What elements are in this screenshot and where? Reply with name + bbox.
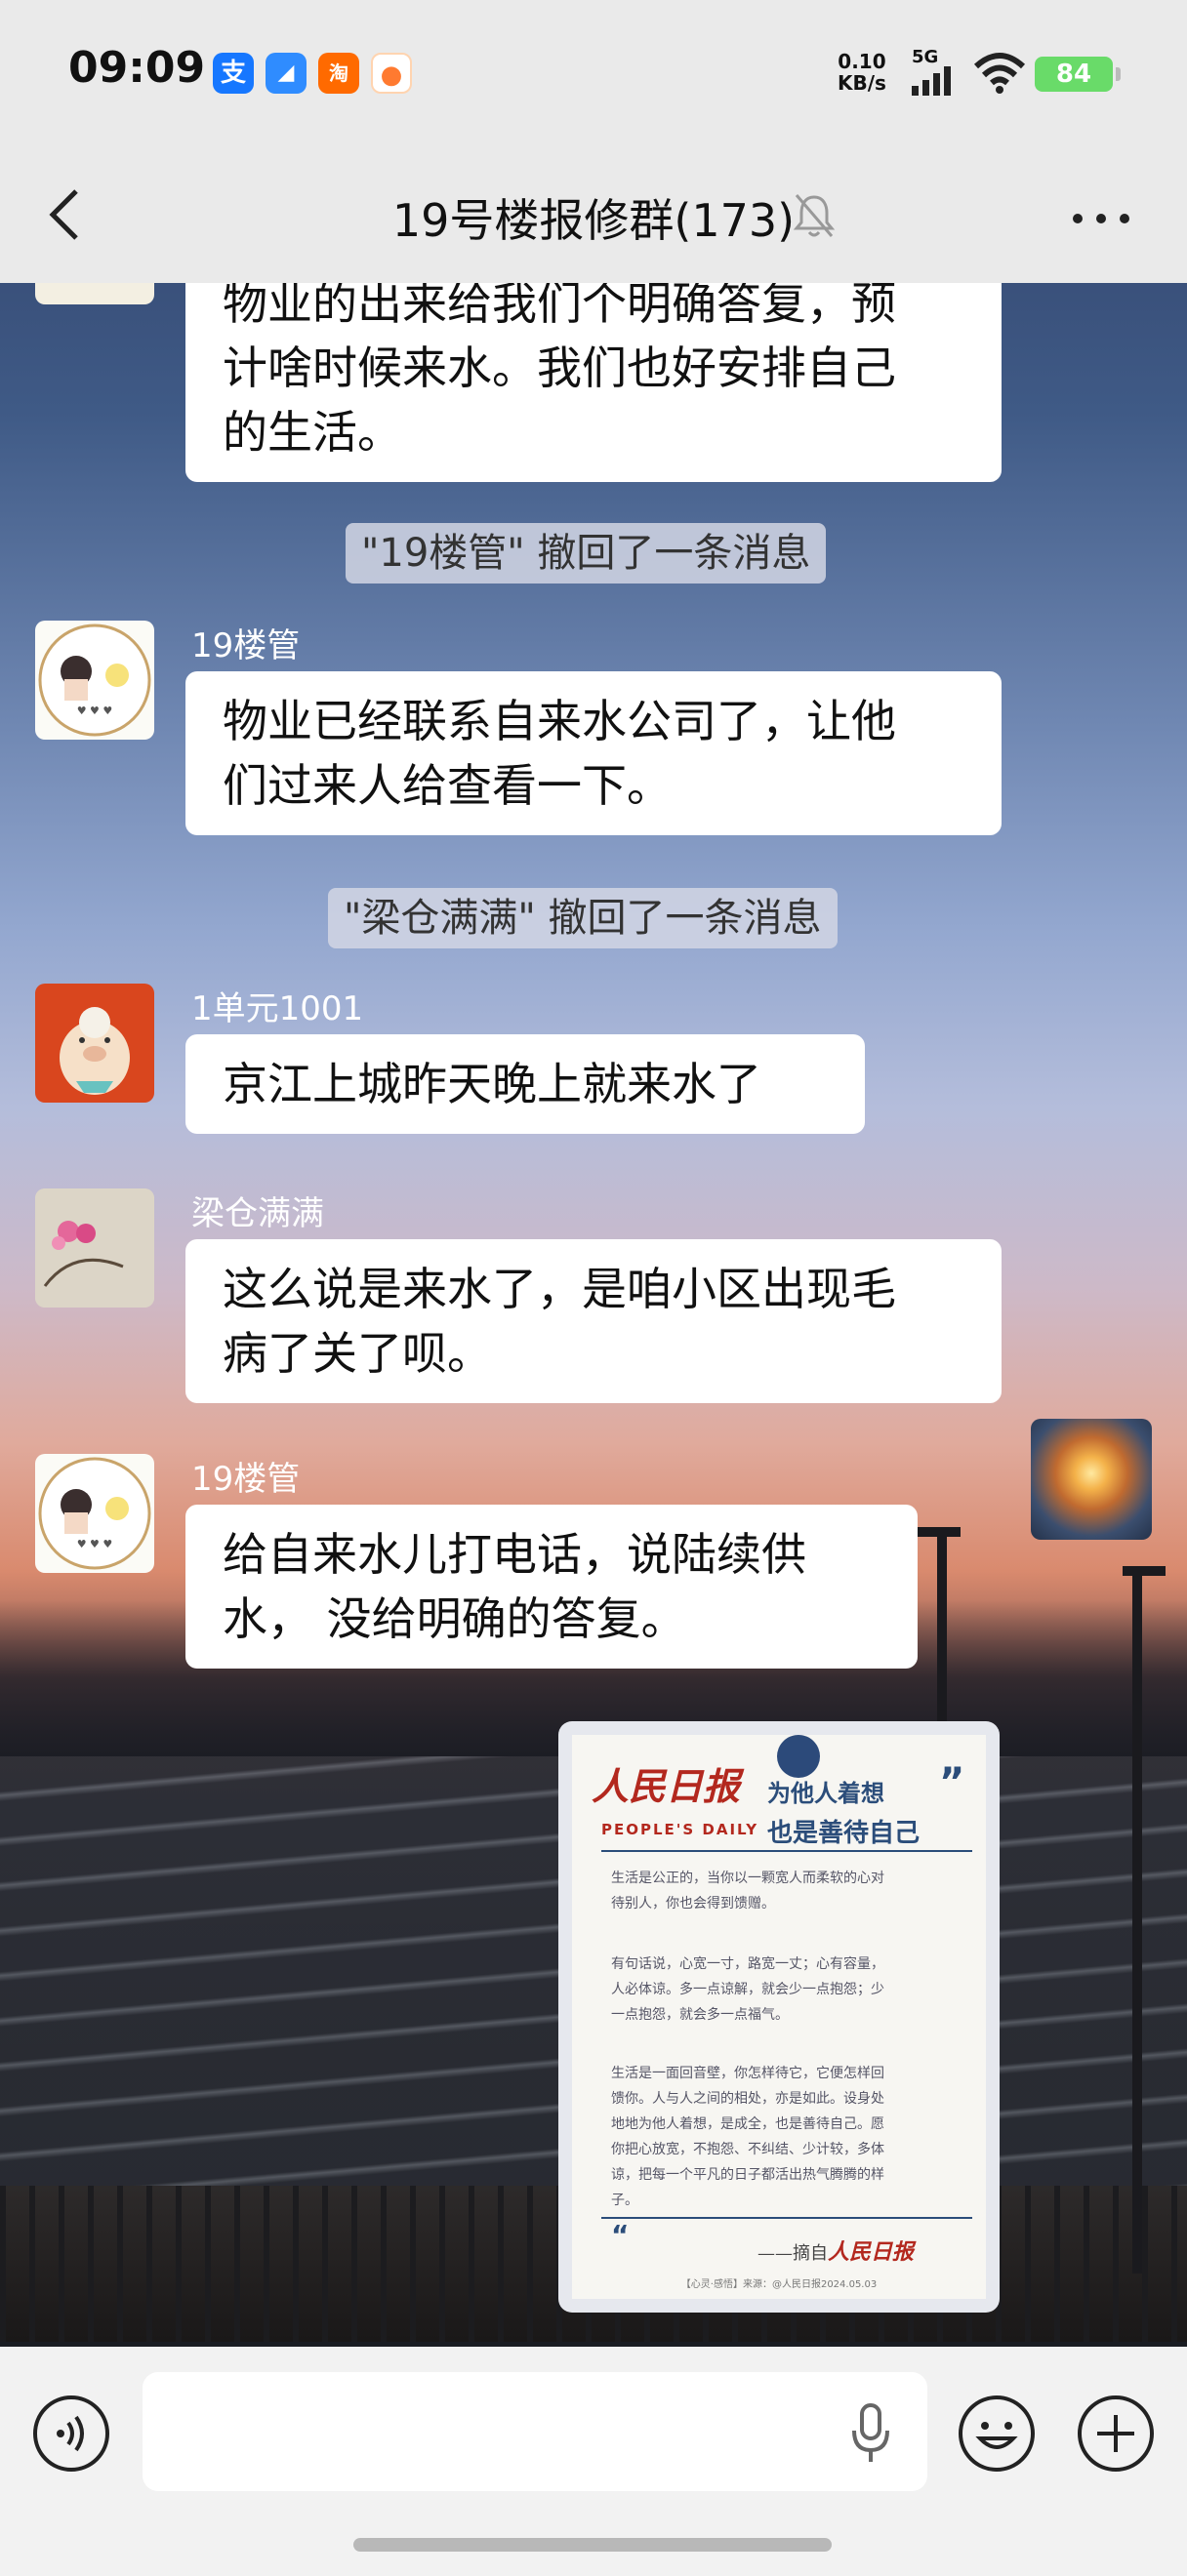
message-bubble[interactable]: 物业的出来给我们个明确答复，预 计啥时候来水。我们也好安排自己 的生活。 [185,283,1002,482]
mute-bell-icon [793,194,836,237]
anime-girl-avatar-icon: ♥ ♥ ♥ [38,624,151,737]
svg-text:♥ ♥ ♥: ♥ ♥ ♥ [77,704,113,717]
brand-logo: 人民日报 [592,1764,741,1808]
message-bubble[interactable]: 物业已经联系自来水公司了，让他 们过来人给查看一下。 [185,671,1002,835]
sender-name[interactable]: 19楼管 [191,619,300,666]
message-list[interactable]: 物业的出来给我们个明确答复，预 计啥时候来水。我们也好安排自己 的生活。 "19… [0,283,1187,2347]
card-paragraph: 生活是公正的，当你以一颗宽人而柔软的心对 待别人，你也会得到馈赠。 [611,1866,884,1916]
avatar[interactable] [35,283,154,304]
group-title: 19号楼报修群(173) [391,194,796,247]
card-paragraph: 有句话说，心宽一寸，路宽一丈；心有容量， 人必体谅。多一点谅解，就会少一点抱怨；… [611,1952,884,2028]
message-line: 这么说是来水了，是咱小区出现毛 [223,1263,896,1315]
card-signature: ——摘自人民日报 [757,2234,914,2266]
card-paragraph: 生活是一面回音壁，你怎样待它，它便怎样回 馈你。人与人之间的相处，亦是如此。设身… [611,2061,884,2213]
message-line: 水， 没给明确的答复。 [223,1592,686,1645]
home-indicator[interactable] [353,2538,832,2552]
net-speed-unit: KB/s [838,71,886,95]
cartoon-pig-avatar-icon [60,1007,130,1095]
card-line: 待别人，你也会得到馈赠。 [611,1896,775,1912]
card-line: 人必体谅。多一点谅解，就会少一点抱怨；少 [611,1982,884,1997]
shared-image-card[interactable]: 人民日报 为他人着想 ” PEOPLE'S DAILY 也是善待自己 生活是公正… [558,1721,1000,2313]
own-avatar[interactable] [1031,1419,1152,1540]
signal-icon: 5G [912,49,955,100]
input-bar [0,2347,1187,2576]
divider [601,1850,972,1852]
message-bubble[interactable]: 京江上城昨天晚上就来水了 [185,1034,865,1134]
orchid-flower-avatar-icon [35,1188,154,1308]
net-speed-value: 0.10 [838,50,886,73]
recall-notice: "梁仓满满" 撤回了一条消息 [328,888,838,948]
avatar[interactable]: ♥ ♥ ♥ [35,621,154,740]
game-app-icon: ● [371,53,412,94]
card-line: 有句话说，心宽一寸，路宽一丈；心有容量， [611,1956,884,1972]
card-line: 生活是公正的，当你以一颗宽人而柔软的心对 [611,1871,884,1886]
avatar[interactable] [35,984,154,1103]
alipay-icon: 支 [213,53,254,94]
card-line: 馈你。人与人之间的相处，亦是如此。设身处 [611,2091,884,2107]
status-time: 09:09 [68,43,206,93]
browser-icon: ◢ [266,53,307,94]
avatar[interactable]: ♥ ♥ ♥ [35,1454,154,1573]
signature-prefix: ——摘自 [757,2243,828,2264]
status-bar: 09:09 支 ◢ 淘 ● 0.10 KB/s 5G 84 [0,0,1187,156]
card-title-1: 为他人着想 [767,1779,884,1807]
microphone-icon[interactable] [851,2403,890,2466]
message-line: 给自来水儿打电话，说陆续供 [223,1528,806,1581]
more-options-icon[interactable] [1072,213,1130,224]
net-speed: 0.10 KB/s [838,51,886,94]
wifi-icon [973,53,1026,94]
taobao-flash-icon: 淘 [318,53,359,94]
message-line: 京江上城昨天晚上就来水了 [223,1058,761,1110]
voice-input-icon[interactable] [31,2394,111,2474]
card-line: 一点抱怨，就会多一点福气。 [611,2007,789,2023]
card-line: 谅，把每一个平凡的日子都活出热气腾腾的样 [611,2167,884,2183]
avatar[interactable] [35,1188,154,1308]
brand-en: PEOPLE'S DAILY [601,1821,759,1838]
add-more-icon[interactable] [1076,2394,1156,2474]
emoji-icon[interactable] [957,2394,1037,2474]
article-image: 人民日报 为他人着想 ” PEOPLE'S DAILY 也是善待自己 生活是公正… [572,1735,986,2299]
message-line: 们过来人给查看一下。 [223,759,672,812]
message-line: 物业已经联系自来水公司了，让他 [223,695,896,747]
sender-name[interactable]: 1单元1001 [191,982,363,1029]
card-title-2: 也是善待自己 [767,1819,921,1848]
divider [601,2217,972,2219]
message-line: 病了关了呗。 [223,1327,492,1380]
card-line: 地地为他人着想，是成全，也是善待自己。愿 [611,2116,884,2132]
message-input[interactable] [143,2372,927,2491]
message-line: 计啥时候来水。我们也好安排自己 [223,342,896,394]
message-line: 物业的出来给我们个明确答复，预 [223,283,896,330]
sender-name[interactable]: 梁仓满满 [191,1187,324,1234]
message-bubble[interactable]: 给自来水儿打电话，说陆续供 水， 没给明确的答复。 [185,1505,918,1669]
signature-brand: 人民日报 [828,2239,915,2265]
quote-mark-icon: ” [939,1760,965,1805]
card-line: 你把心放宽，不抱怨、不纠结、少计较，多体 [611,2142,884,2157]
sender-name[interactable]: 19楼管 [191,1452,300,1500]
blue-dot-icon [777,1735,820,1778]
recall-notice: "19楼管" 撤回了一条消息 [346,523,827,584]
chat-header: 19号楼报修群(173) [0,156,1187,283]
svg-text:♥ ♥ ♥: ♥ ♥ ♥ [77,1538,113,1550]
card-footer: 【心灵·感悟】来源：@人民日报2024.05.03 [680,2279,878,2290]
anime-girl-avatar-icon: ♥ ♥ ♥ [38,1457,151,1570]
message-bubble[interactable]: 这么说是来水了，是咱小区出现毛 病了关了呗。 [185,1239,1002,1403]
battery-indicator: 84 [1035,57,1121,92]
quote-open-icon: “ [611,2219,630,2251]
card-line: 生活是一面回音壁，你怎样待它，它便怎样回 [611,2066,884,2081]
message-line: 的生活。 [223,406,402,459]
network-type: 5G [912,47,939,67]
card-line: 子。 [611,2193,638,2208]
